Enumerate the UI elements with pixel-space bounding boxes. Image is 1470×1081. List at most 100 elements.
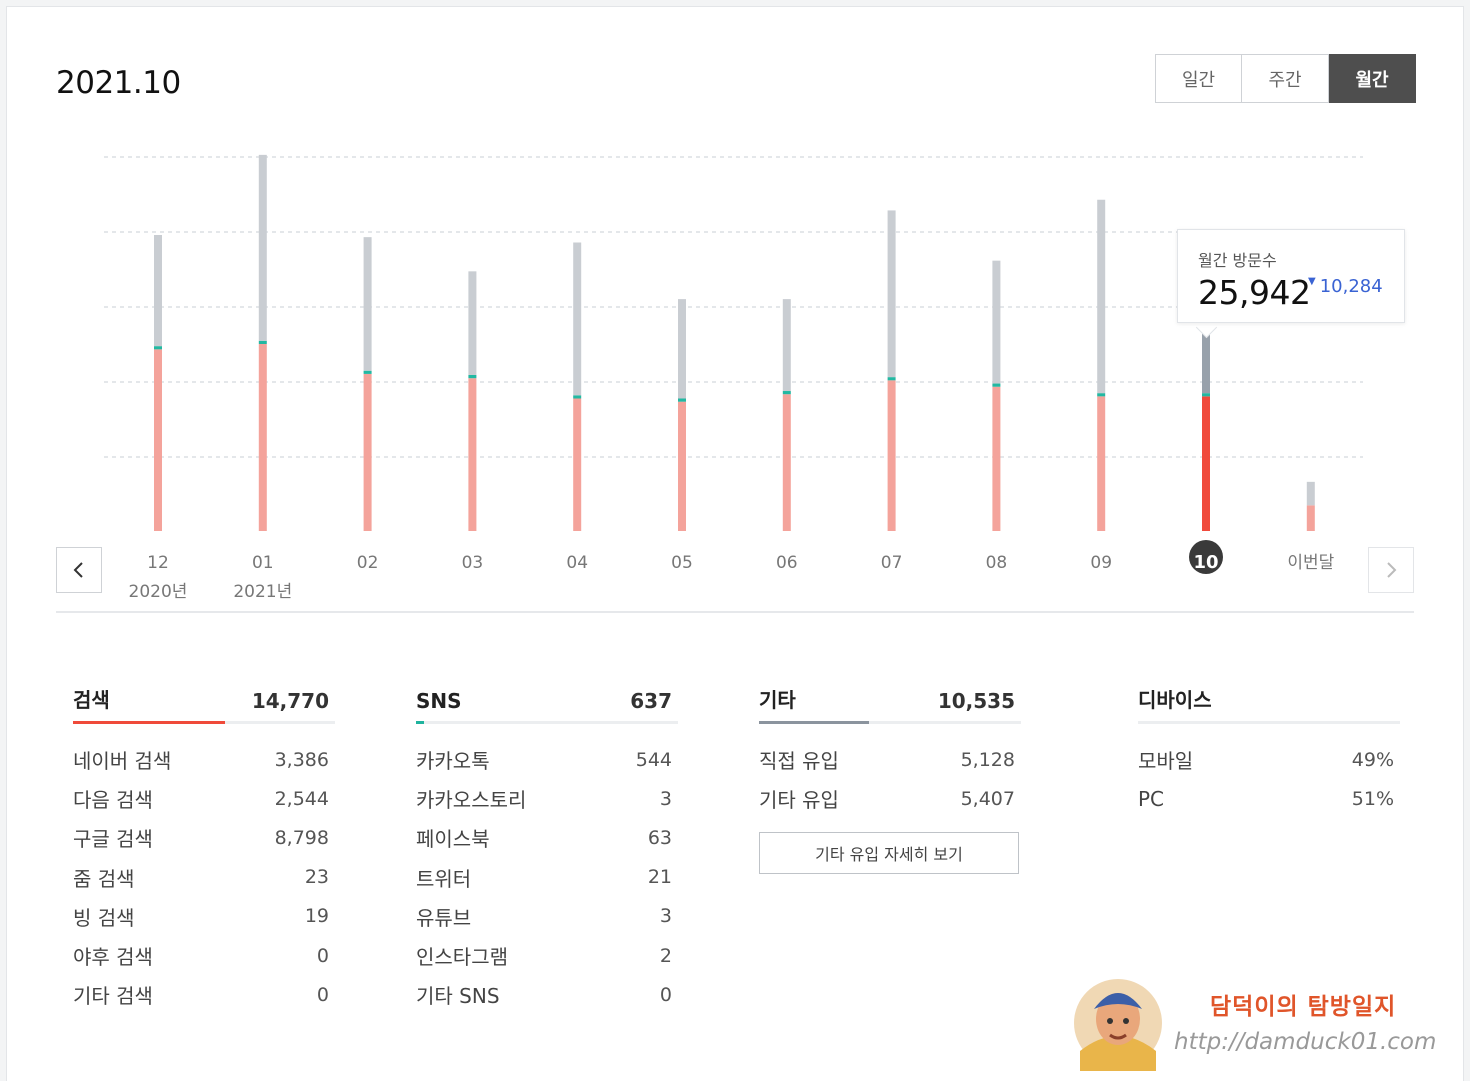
column-header: 검색 14,770: [73, 675, 335, 713]
bar-segment-search[interactable]: [1097, 396, 1106, 531]
other-inflow-detail-button[interactable]: 기타 유입 자세히 보기: [759, 832, 1019, 875]
row-value: 2: [659, 944, 672, 967]
row-value: 63: [647, 826, 672, 849]
x-tick-label[interactable]: 10: [1193, 552, 1218, 573]
x-tick-label[interactable]: 05: [671, 553, 693, 573]
breakdown-row: 다음 검색 2,544: [73, 779, 335, 818]
x-tick-label[interactable]: 04: [566, 553, 588, 573]
year-label: 2021년: [233, 582, 292, 602]
row-label: 네이버 검색: [73, 749, 172, 774]
row-value: 0: [659, 983, 672, 1006]
breakdown-row: 기타 SNS 0: [416, 975, 678, 1014]
bar-segment-sns[interactable]: [154, 346, 162, 350]
bar-segment-search[interactable]: [887, 380, 896, 531]
x-tick-label[interactable]: 08: [986, 553, 1008, 573]
triangle-down-icon: ▼: [1308, 276, 1316, 287]
breakdown-row: 빙 검색 19: [73, 897, 335, 936]
bar-segment-sns[interactable]: [1202, 393, 1210, 397]
bar-segment-sns[interactable]: [468, 374, 477, 379]
breakdown-row: PC 51%: [1138, 779, 1400, 818]
next-period-button[interactable]: [1368, 547, 1414, 593]
row-value: 544: [635, 748, 672, 771]
row-label: 야후 검색: [73, 945, 153, 970]
x-tick-label[interactable]: 12: [147, 553, 169, 573]
row-label: 페이스북: [416, 827, 490, 852]
bar-segment-search[interactable]: [782, 394, 791, 531]
bar-segment-search[interactable]: [1202, 396, 1210, 531]
x-tick-label[interactable]: 03: [462, 553, 484, 573]
bar-segment-search[interactable]: [468, 378, 477, 531]
column-header: SNS 637: [416, 675, 678, 713]
bar-segment-sns[interactable]: [573, 395, 582, 399]
breakdown-row: 페이스북 63: [416, 818, 678, 857]
breakdown-row: 줌 검색 23: [73, 858, 335, 897]
column-header: 디바이스: [1138, 675, 1400, 713]
row-label: 줌 검색: [73, 866, 135, 891]
bar-segment-other[interactable]: [258, 154, 267, 341]
visitor-stats-card: 2021.10 일간 주간 월간 12 2020년 01 2021년 02 03 04 05 0…: [6, 6, 1464, 1081]
row-label: 트위터: [416, 866, 472, 891]
bar-segment-other[interactable]: [782, 299, 791, 392]
column-header: 기타 10,535: [759, 675, 1021, 713]
bar-segment-other[interactable]: [363, 237, 372, 371]
breakdown-column: 검색 14,770 네이버 검색 3,386 다음 검색 2,544 구글 검색 8,798 줌…: [73, 675, 335, 1014]
row-value: 3: [659, 787, 672, 810]
bar-segment-search[interactable]: [678, 401, 686, 531]
x-tick-label[interactable]: 02: [357, 553, 379, 573]
bar-segment-sns[interactable]: [887, 377, 896, 381]
row-label: 카카오스토리: [416, 788, 527, 813]
bar-segment-search[interactable]: [258, 344, 267, 531]
row-value: 0: [316, 944, 329, 967]
share-bar: [1138, 721, 1400, 724]
breakdown-row: 기타 검색 0: [73, 975, 335, 1014]
x-tick-label[interactable]: 이번달: [1287, 553, 1334, 573]
bar-segment-other[interactable]: [1097, 199, 1106, 394]
bar-segment-sns[interactable]: [782, 391, 791, 395]
row-value: 8,798: [274, 826, 329, 849]
section-divider: [56, 611, 1414, 613]
share-bar-fill: [759, 721, 870, 724]
row-value: 21: [647, 866, 672, 889]
x-tick-label[interactable]: 06: [776, 553, 798, 573]
row-label: 유튜브: [416, 905, 472, 930]
prev-period-button[interactable]: [56, 547, 102, 593]
bar-segment-other[interactable]: [1306, 481, 1315, 506]
row-label: 기타 SNS: [416, 984, 500, 1009]
x-tick-label[interactable]: 07: [881, 553, 903, 573]
tooltip-value: 25,942: [1198, 273, 1311, 312]
bar-segment-sns[interactable]: [992, 383, 1001, 387]
bar-segment-other[interactable]: [468, 271, 477, 375]
breakdown-column: SNS 637 카카오톡 544 카카오스토리 3 페이스북 63 트위터 21 유튜브 3 인스타그램…: [416, 675, 678, 1014]
row-label: 빙 검색: [73, 905, 135, 930]
bar-segment-sns[interactable]: [1097, 393, 1106, 397]
breakdown-row: 모바일 49%: [1138, 740, 1400, 779]
bar-segment-search[interactable]: [1306, 505, 1315, 531]
bar-segment-sns[interactable]: [363, 370, 372, 374]
bar-segment-search[interactable]: [992, 386, 1001, 531]
bar-segment-search[interactable]: [363, 373, 372, 531]
bar-segment-search[interactable]: [573, 398, 582, 531]
bar-segment-other[interactable]: [887, 210, 896, 378]
row-value: 23: [304, 866, 329, 889]
bar-segment-other[interactable]: [154, 235, 162, 347]
x-tick-label[interactable]: 09: [1090, 553, 1112, 573]
blog-url: http://damduck01.com: [1174, 1029, 1437, 1055]
bar-segment-sns[interactable]: [678, 398, 686, 402]
chevron-left-icon: [73, 562, 83, 578]
breakdown-column: 기타 10,535 직접 유입 5,128 기타 유입 5,407 기타 유입 자세히 보기: [759, 675, 1021, 875]
tooltip-delta: ▼ 10,284: [1308, 276, 1383, 297]
breakdown-row: 인스타그램 2: [416, 936, 678, 975]
visits-tooltip: 월간 방문수 25,942 ▼ 10,284: [1177, 229, 1405, 323]
column-title: 기타: [759, 688, 796, 712]
bar-segment-other[interactable]: [573, 242, 582, 396]
bar-segment-other[interactable]: [678, 299, 686, 399]
x-tick-label[interactable]: 01: [252, 553, 274, 573]
bar-segment-search[interactable]: [154, 349, 162, 531]
breakdown-row: 트위터 21: [416, 858, 678, 897]
bar-segment-sns[interactable]: [258, 340, 267, 344]
bar-segment-other[interactable]: [992, 260, 1001, 384]
blog-name: 담덕이의 탐방일지: [1210, 993, 1397, 1020]
row-value: 2,544: [274, 787, 329, 810]
row-value: 51%: [1351, 787, 1394, 810]
row-label: PC: [1138, 786, 1165, 811]
